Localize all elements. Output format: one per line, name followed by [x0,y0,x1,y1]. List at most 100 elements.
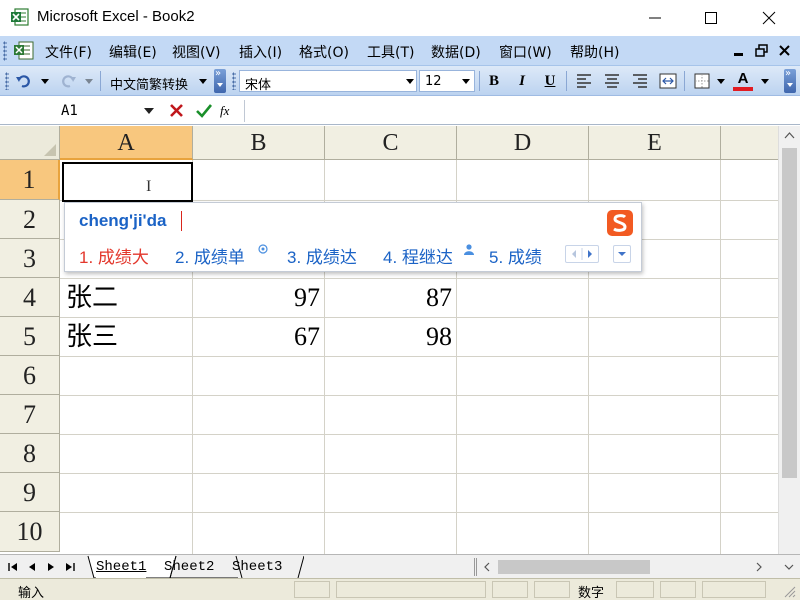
column-header-c[interactable]: C [325,126,457,160]
insert-function-button[interactable]: fx [220,101,240,121]
row-header-7[interactable]: 7 [0,395,60,434]
row-header-4[interactable]: 4 [0,278,60,317]
active-cell-a1[interactable] [62,162,193,202]
horizontal-scrollbar[interactable] [478,558,778,576]
doc-restore-icon[interactable] [755,44,769,58]
menubar-grip[interactable] [3,41,7,61]
menu-help[interactable]: 帮助(H) [570,42,619,62]
toolbar-grip-2[interactable] [232,72,236,90]
scroll-down-icon[interactable] [782,558,796,576]
column-header-f[interactable] [721,126,778,160]
scroll-left-icon[interactable] [480,560,494,574]
ime-expand-button[interactable] [613,245,631,263]
font-name-box[interactable]: 宋体 [239,70,417,93]
borders-dropdown[interactable] [714,70,728,92]
minimize-button[interactable] [632,0,678,34]
redo-dropdown[interactable] [82,70,96,92]
column-header-d[interactable]: D [457,126,589,160]
sogou-logo-icon[interactable] [605,207,635,239]
name-box-dropdown-icon[interactable] [144,108,154,114]
row-header-10[interactable]: 10 [0,512,60,552]
font-color-dropdown[interactable] [758,70,772,92]
horizontal-scroll-thumb[interactable] [498,560,650,574]
undo-dropdown[interactable] [38,70,52,92]
ime-candidate-1[interactable]: 1. 成绩大 [79,243,149,268]
font-name-dropdown[interactable] [403,70,417,92]
row-header-8[interactable]: 8 [0,434,60,473]
last-sheet-icon[interactable] [63,560,77,574]
name-box[interactable]: A1 [4,100,158,122]
first-sheet-icon[interactable] [6,560,20,574]
ime-page-nav[interactable] [565,245,599,263]
merge-center-icon[interactable] [658,71,678,91]
menu-format[interactable]: 格式(O) [299,42,349,62]
tab-split-handle[interactable] [474,558,477,576]
conversion-dropdown[interactable] [196,70,210,92]
menu-tools[interactable]: 工具(T) [367,42,414,62]
workbook-icon[interactable] [11,40,37,62]
menu-insert[interactable]: 插入(I) [239,42,282,62]
maximize-button[interactable] [688,0,734,34]
toolbar-grip[interactable] [5,72,9,90]
sheet-tab-2[interactable]: Sheet2 [164,556,214,578]
cell-c5[interactable]: 98 [328,318,452,356]
column-header-a[interactable]: A [60,126,193,160]
gridline [60,356,778,357]
doc-close-icon[interactable] [778,44,792,58]
scroll-up-icon[interactable] [779,126,800,146]
menu-data[interactable]: 数据(D) [431,42,481,62]
row-header-6[interactable]: 6 [0,356,60,395]
vertical-scroll-thumb[interactable] [782,148,797,478]
cell-a4[interactable]: 张二 [66,279,190,317]
enter-check-icon[interactable] [194,101,214,121]
undo-icon[interactable] [14,71,34,91]
row-header-2[interactable]: 2 [0,200,60,239]
cancel-entry-icon[interactable] [167,101,187,121]
cell-b5[interactable]: 67 [196,318,320,356]
menu-window[interactable]: 窗口(W) [499,42,552,62]
sheet-tab-1[interactable]: Sheet1 [96,556,147,578]
row-header-1[interactable]: 1 [0,160,60,200]
menu-edit[interactable]: 编辑(E) [109,42,157,62]
text-cursor-icon: I [146,178,152,195]
underline-button[interactable]: U [540,71,560,91]
scroll-right-icon[interactable] [752,560,766,574]
bold-button[interactable]: B [484,71,504,91]
formula-input[interactable] [244,100,800,122]
close-button[interactable] [746,0,792,34]
ime-candidate-2[interactable]: 2. 成绩单 [175,243,245,268]
ime-candidate-4[interactable]: 4. 程继达 [383,243,453,268]
resize-grip-icon[interactable] [782,584,796,598]
ime-page-arrows-icon[interactable] [566,246,598,262]
toolbar-options-chevron-2[interactable] [784,68,796,93]
vertical-scrollbar[interactable] [778,126,800,554]
column-header-b[interactable]: B [193,126,325,160]
menu-view[interactable]: 视图(V) [172,42,221,62]
align-left-icon[interactable] [574,71,594,91]
borders-icon[interactable] [692,71,712,91]
ime-candidate-5[interactable]: 5. 成绩 [489,243,542,268]
row-header-3[interactable]: 3 [0,239,60,278]
font-color-button[interactable]: A [733,69,753,89]
menu-file[interactable]: 文件(F) [45,42,92,62]
redo-icon[interactable] [58,71,78,91]
toolbar-options-chevron[interactable] [214,68,226,93]
font-size-dropdown[interactable] [459,70,473,92]
sheet-tab-3[interactable]: Sheet3 [232,556,282,578]
align-right-icon[interactable] [630,71,650,91]
worksheet-grid[interactable]: A B C D E 1 2 3 4 5 6 7 8 9 10 张 张二 97 8… [0,126,778,554]
doc-minimize-icon[interactable] [732,44,746,58]
column-header-e[interactable]: E [589,126,721,160]
cell-b4[interactable]: 97 [196,279,320,317]
conversion-combo[interactable]: 中文简繁转换 [104,70,208,93]
cell-c4[interactable]: 87 [328,279,452,317]
align-center-icon[interactable] [602,71,622,91]
row-header-9[interactable]: 9 [0,473,60,512]
select-all-corner[interactable] [0,126,60,160]
row-header-5[interactable]: 5 [0,317,60,356]
prev-sheet-icon[interactable] [25,560,39,574]
italic-button[interactable]: I [512,71,532,91]
next-sheet-icon[interactable] [44,560,58,574]
ime-candidate-3[interactable]: 3. 成绩达 [287,243,357,268]
cell-a5[interactable]: 张三 [66,318,190,356]
